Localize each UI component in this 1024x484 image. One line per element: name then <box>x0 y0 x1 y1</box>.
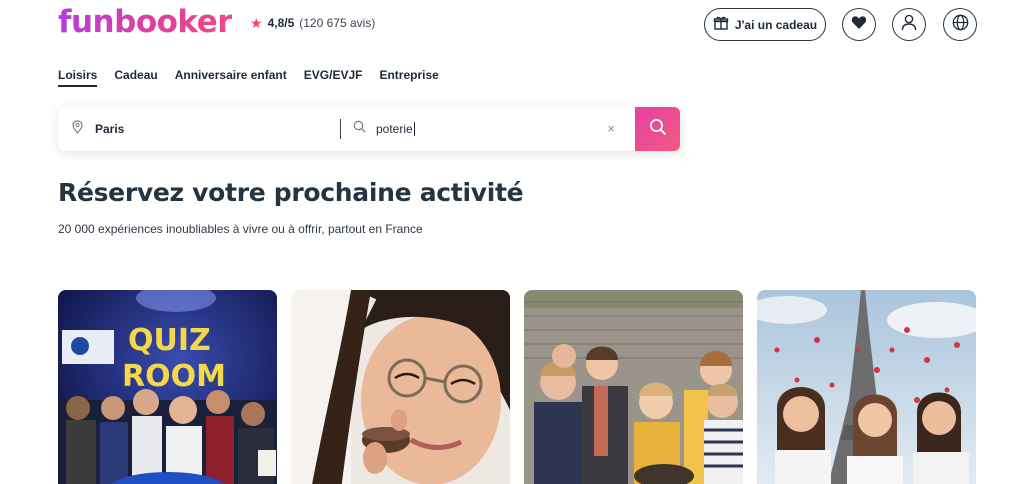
rating-score: 4,8/5 <box>267 16 295 30</box>
text-cursor <box>413 122 415 137</box>
search-bar: Paris poterie × <box>58 107 680 151</box>
location-pin-icon <box>72 119 83 139</box>
account-button[interactable] <box>892 8 926 41</box>
main-nav: Loisirs Cadeau Anniversaire enfant EVG/E… <box>58 68 439 87</box>
macaron-woman-photo <box>291 290 510 484</box>
rating-reviews: (120 675 avis) <box>299 16 376 30</box>
quiz-room-photo: QUIZ ROOM <box>58 290 277 484</box>
star-icon: ★ <box>250 15 263 31</box>
activity-card-eiffel-tower[interactable] <box>757 290 976 484</box>
children-group-photo <box>524 290 743 484</box>
heart-icon <box>851 15 867 35</box>
nav-item-evg-evjf[interactable]: EVG/EVJF <box>304 68 363 87</box>
favorites-button[interactable] <box>842 8 876 41</box>
user-icon <box>901 14 917 36</box>
page-subtitle: 20 000 expériences inoubliables à vivre … <box>58 222 423 236</box>
quiz-sign-line-2: ROOM <box>122 359 226 394</box>
search-button[interactable] <box>635 107 680 151</box>
nav-item-anniversaire-enfant[interactable]: Anniversaire enfant <box>175 68 287 87</box>
nav-item-cadeau[interactable]: Cadeau <box>114 68 157 87</box>
search-submit-icon <box>649 118 667 141</box>
activity-value: poterie <box>376 121 413 136</box>
gift-button-label: J'ai un cadeau <box>734 17 818 32</box>
rating: ★ 4,8/5 (120 675 avis) <box>250 16 375 30</box>
funbooker-logo[interactable]: funbooker <box>58 2 233 42</box>
location-value: Paris <box>95 122 125 136</box>
globe-icon <box>952 14 969 36</box>
activity-card-macaron[interactable] <box>291 290 510 484</box>
gift-button[interactable]: J'ai un cadeau <box>704 8 826 41</box>
nav-item-entreprise[interactable]: Entreprise <box>379 68 438 87</box>
activity-card-quiz-room[interactable]: QUIZ ROOM <box>58 290 277 484</box>
location-field[interactable]: Paris <box>58 107 340 151</box>
activity-field[interactable]: poterie × <box>341 107 635 151</box>
activity-card-children[interactable] <box>524 290 743 484</box>
gift-icon <box>713 15 729 34</box>
clear-icon[interactable]: × <box>607 121 615 136</box>
nav-item-loisirs[interactable]: Loisirs <box>58 68 98 87</box>
activity-input[interactable]: poterie <box>376 122 415 137</box>
page-title: Réservez votre prochaine activité <box>58 178 524 207</box>
header: funbooker ★ 4,8/5 (120 675 avis) J'ai un… <box>0 0 1024 52</box>
language-button[interactable] <box>943 8 977 41</box>
quiz-sign-line-1: QUIZ <box>128 323 211 358</box>
search-icon <box>353 120 366 138</box>
eiffel-tower-friends-photo <box>757 290 976 484</box>
